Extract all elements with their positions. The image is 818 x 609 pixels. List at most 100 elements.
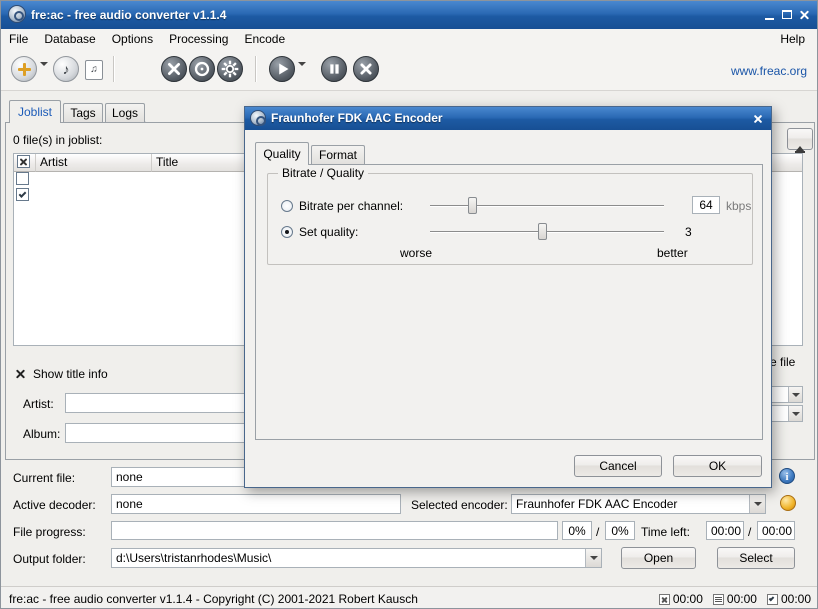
settings-button[interactable] [217, 56, 243, 82]
select-all-checkbox[interactable] [16, 188, 29, 201]
add-files-menu-arrow[interactable] [40, 66, 48, 80]
bitrate-unit-label: kbps [726, 199, 751, 214]
stop-encoding-button[interactable] [353, 56, 379, 82]
hidden-field-dropdown-fragment-1[interactable] [771, 386, 803, 403]
menu-item-help[interactable]: Help [772, 29, 813, 50]
worse-label: worse [400, 246, 432, 261]
menu-item-database[interactable]: Database [36, 29, 103, 50]
close-button[interactable] [797, 8, 812, 22]
window-title: fre:ac - free audio converter v1.1.4 [31, 8, 226, 22]
crossed-tools-icon [162, 56, 186, 82]
statusbar-time-2: 00:00 [727, 592, 757, 606]
select-button[interactable]: Select [717, 547, 795, 569]
combo-arrow[interactable] [788, 406, 802, 421]
chevron-down-icon [792, 412, 800, 416]
freac-logo-icon [8, 5, 26, 23]
chevron-down-icon [754, 502, 762, 506]
statusbar-time-3: 00:00 [781, 592, 811, 606]
pause-encoding-button[interactable] [321, 56, 347, 82]
combo-arrow[interactable] [788, 387, 802, 402]
show-title-info-label[interactable]: Show title info [33, 367, 108, 382]
eject-button[interactable] [787, 128, 813, 150]
encoder-select[interactable]: Fraunhofer FDK AAC Encoder [511, 494, 766, 514]
eject-icon [788, 132, 812, 153]
dialog-title: Fraunhofer FDK AAC Encoder [271, 111, 443, 125]
quality-slider-thumb[interactable] [538, 223, 547, 240]
bitrate-radio[interactable] [281, 200, 293, 212]
tab-joblist[interactable]: Joblist [9, 100, 61, 123]
menu-item-processing[interactable]: Processing [161, 29, 236, 50]
window-titlebar[interactable]: fre:ac - free audio converter v1.1.4 [1, 1, 817, 29]
album-label: Album: [23, 427, 60, 442]
progress-percent-a: 0% [562, 521, 592, 540]
encoding-options-arrow[interactable] [298, 66, 306, 80]
menu-item-encode[interactable]: Encode [236, 29, 293, 50]
dialog-close-button[interactable] [752, 112, 765, 125]
header-select-checkbox[interactable] [17, 155, 30, 168]
quality-slider-track[interactable] [430, 231, 664, 233]
add-cd-contents-button[interactable] [53, 56, 79, 82]
current-file-label: Current file: [13, 471, 75, 486]
tab-quality[interactable]: Quality [255, 142, 309, 165]
time-left-label: Time left: [641, 525, 690, 540]
output-folder-value: d:\Users\tristanrhodes\Music\ [116, 551, 271, 565]
bitrate-value-field[interactable]: 64 [692, 196, 720, 214]
quality-label: Set quality: [299, 225, 358, 240]
select-none-checkbox[interactable] [16, 172, 29, 185]
maximize-icon [782, 10, 792, 19]
statusbar-time-1: 00:00 [673, 592, 703, 606]
x-mark-icon [19, 157, 28, 166]
open-button[interactable]: Open [621, 547, 696, 569]
chevron-down-icon [590, 556, 598, 560]
hidden-field-dropdown-fragment-2[interactable] [771, 405, 803, 422]
toolbar-separator [255, 56, 256, 82]
bitrate-label: Bitrate per channel: [299, 199, 403, 214]
encoder-config-dialog: Fraunhofer FDK AAC Encoder Quality Forma… [244, 106, 772, 488]
progress-percent-b: 0% [605, 521, 635, 540]
minimize-button[interactable] [762, 8, 777, 22]
add-files-button[interactable] [11, 56, 37, 82]
chevron-down-icon [792, 393, 800, 397]
truncated-label: e file [770, 355, 795, 370]
slash-separator: / [596, 525, 599, 540]
minimize-icon [765, 18, 774, 20]
stop-icon [354, 56, 378, 82]
freac-logo-icon [250, 110, 266, 126]
start-encoding-button[interactable] [269, 56, 295, 82]
dialog-titlebar[interactable]: Fraunhofer FDK AAC Encoder [245, 107, 771, 130]
cancel-button[interactable]: Cancel [574, 455, 662, 477]
tab-format[interactable]: Format [311, 145, 365, 164]
combo-arrow[interactable] [585, 549, 601, 567]
bitrate-slider-thumb[interactable] [468, 197, 477, 214]
ok-button[interactable]: OK [673, 455, 762, 477]
better-label: better [657, 246, 688, 261]
list-box-icon [713, 594, 724, 605]
website-link[interactable]: www.freac.org [731, 64, 807, 78]
time-total-value: 00:00 [757, 521, 795, 540]
freac-window: fre:ac - free audio converter v1.1.4 Fil… [0, 0, 818, 609]
menu-item-file[interactable]: File [1, 29, 36, 50]
statusbar: fre:ac - free audio converter v1.1.4 - C… [1, 586, 817, 609]
time-left-value: 00:00 [706, 521, 744, 540]
tab-tags[interactable]: Tags [63, 103, 103, 122]
tip-icon[interactable] [780, 495, 796, 511]
encoder-select-value: Fraunhofer FDK AAC Encoder [516, 497, 677, 511]
active-decoder-label: Active decoder: [13, 498, 96, 513]
bitrate-slider-track[interactable] [430, 205, 664, 207]
open-audio-file-button[interactable] [85, 60, 103, 80]
output-folder-select[interactable]: d:\Users\tristanrhodes\Music\ [111, 548, 602, 568]
info-icon[interactable] [779, 468, 795, 484]
combo-arrow[interactable] [749, 495, 765, 513]
artist-label: Artist: [23, 397, 54, 412]
gear-icon [218, 56, 242, 82]
active-decoder-value: none [111, 494, 401, 514]
cd-database-button[interactable] [189, 56, 215, 82]
tab-logs[interactable]: Logs [105, 103, 145, 122]
file-progress-label: File progress: [13, 525, 86, 540]
column-header-artist[interactable]: Artist [36, 154, 152, 172]
manage-database-button[interactable] [161, 56, 187, 82]
quality-radio[interactable] [281, 226, 293, 238]
menu-item-options[interactable]: Options [104, 29, 161, 50]
maximize-button[interactable] [779, 8, 794, 22]
show-title-info-toggle[interactable] [15, 368, 26, 379]
